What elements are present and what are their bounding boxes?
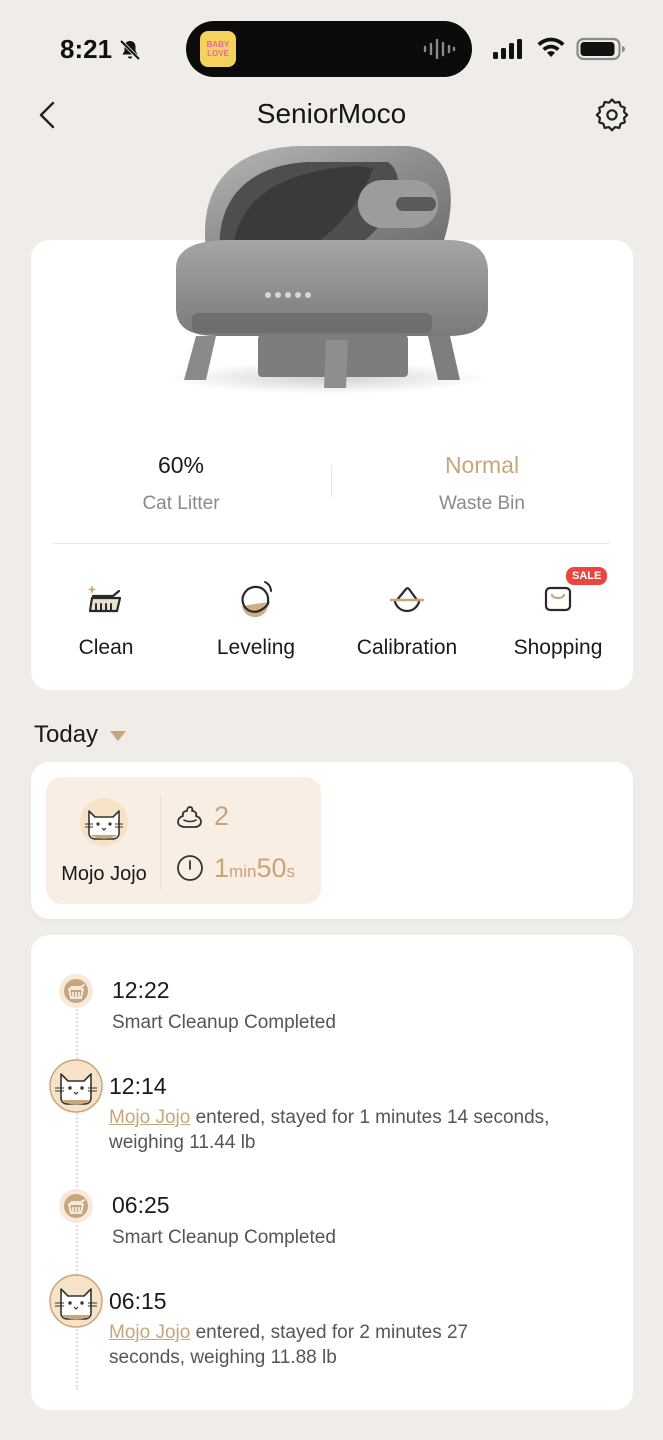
leveling-button[interactable]: Leveling bbox=[181, 576, 331, 660]
now-playing-app-icon: BABY LOVE bbox=[200, 31, 236, 67]
event-time: 12:14 bbox=[109, 1073, 167, 1099]
broom-icon bbox=[88, 586, 122, 613]
event-description: Mojo Jojo entered, stayed for 2 minutes … bbox=[109, 1320, 549, 1370]
litter-box-device-image bbox=[168, 146, 488, 394]
status-bar: 8:21 BABY LOVE bbox=[0, 0, 663, 90]
caret-down-icon bbox=[110, 731, 127, 741]
calibration-icon bbox=[389, 587, 425, 613]
event-time: 12:22 bbox=[112, 977, 170, 1003]
activity-timeline-card: 12:22 Smart Cleanup Completed 12:14 Mojo… bbox=[31, 935, 633, 1410]
island-app-text-1: BABY bbox=[206, 40, 230, 49]
event-description: Smart Cleanup Completed bbox=[112, 1012, 336, 1033]
event-time: 06:15 bbox=[109, 1288, 167, 1314]
leveling-icon bbox=[241, 581, 272, 618]
status-time: 8:21 bbox=[60, 34, 113, 64]
waste-bin-value: Normal bbox=[444, 452, 520, 478]
event-time: 06:25 bbox=[112, 1192, 170, 1218]
battery-icon bbox=[576, 37, 625, 61]
duration-minutes: 1 bbox=[214, 853, 230, 883]
shopping-button[interactable]: Shopping bbox=[483, 576, 633, 660]
stat-divider bbox=[331, 465, 332, 497]
daily-summary-card: Mojo Jojo 2 1 min 50 s bbox=[31, 762, 633, 919]
dynamic-island[interactable]: BABY LOVE bbox=[186, 21, 472, 77]
clean-button[interactable]: Clean bbox=[31, 576, 181, 660]
event-description: Smart Cleanup Completed bbox=[112, 1227, 336, 1248]
leveling-label: Leveling bbox=[216, 636, 296, 659]
calibration-label: Calibration bbox=[356, 636, 458, 659]
wifi-icon bbox=[537, 37, 565, 57]
cat-name-link[interactable]: Mojo Jojo bbox=[109, 1107, 190, 1128]
total-duration: 1 min 50 s bbox=[214, 853, 295, 884]
visit-count: 2 bbox=[214, 801, 230, 831]
poop-icon bbox=[177, 806, 202, 828]
waste-bin-label: Waste Bin bbox=[439, 493, 525, 514]
shopping-label: Shopping bbox=[513, 636, 603, 659]
cat-name: Mojo Jojo bbox=[61, 863, 147, 885]
cat-avatar bbox=[49, 1059, 103, 1113]
cleanup-icon bbox=[59, 1189, 93, 1223]
duration-minutes-unit: min bbox=[229, 862, 257, 881]
cat-avatar bbox=[49, 1274, 103, 1328]
island-app-text-2: LOVE bbox=[207, 49, 229, 58]
card-divider bbox=[53, 543, 610, 544]
cellular-signal-icon bbox=[493, 39, 522, 59]
audio-wave-icon bbox=[423, 38, 456, 60]
date-filter-dropdown[interactable]: Today bbox=[34, 721, 128, 749]
cat-litter-stat[interactable]: 60% Cat Litter bbox=[51, 452, 311, 515]
date-filter-label: Today bbox=[34, 721, 99, 748]
cat-litter-label: Cat Litter bbox=[142, 493, 220, 514]
cleanup-icon bbox=[59, 974, 93, 1008]
cat-avatar bbox=[80, 798, 128, 846]
settings-gear-icon[interactable] bbox=[594, 96, 630, 132]
sale-badge: SALE bbox=[566, 567, 608, 585]
duration-seconds: 50 bbox=[256, 853, 287, 883]
bell-muted-icon bbox=[119, 39, 141, 61]
waste-bin-stat[interactable]: Normal Waste Bin bbox=[352, 452, 612, 515]
clock-icon bbox=[177, 855, 203, 881]
cat-summary-tile[interactable]: Mojo Jojo 2 1 min 50 s bbox=[46, 777, 321, 904]
cat-litter-value: 60% bbox=[157, 452, 205, 478]
tile-divider bbox=[160, 795, 161, 889]
event-description: Mojo Jojo entered, stayed for 1 minutes … bbox=[109, 1105, 621, 1155]
clean-label: Clean bbox=[78, 636, 134, 659]
cat-name-link[interactable]: Mojo Jojo bbox=[109, 1322, 190, 1343]
duration-seconds-unit: s bbox=[286, 862, 295, 881]
calibration-button[interactable]: Calibration bbox=[332, 576, 482, 660]
page-title: SeniorMoco bbox=[256, 98, 407, 129]
